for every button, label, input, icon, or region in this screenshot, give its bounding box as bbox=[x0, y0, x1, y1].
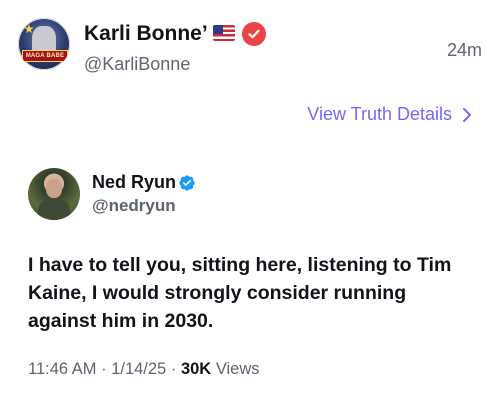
author-handle[interactable]: @KarliBonne bbox=[84, 54, 190, 75]
avatar-banner-text: MAGA BABE bbox=[22, 50, 68, 62]
chevron-right-icon bbox=[463, 107, 471, 122]
quoted-author-avatar[interactable] bbox=[28, 168, 80, 220]
quoted-author-handle[interactable]: @nedryun bbox=[92, 196, 176, 216]
tweet-date[interactable]: 1/14/25 bbox=[111, 360, 166, 378]
bottom-edge bbox=[0, 408, 500, 413]
quoted-tweet-meta: 11:46 AM · 1/14/25 · 30K Views bbox=[28, 360, 260, 379]
separator-dot: · bbox=[170, 360, 181, 378]
post-timestamp[interactable]: 24m bbox=[447, 40, 482, 61]
view-truth-details-label: View Truth Details bbox=[307, 104, 452, 124]
twitter-verified-icon bbox=[179, 175, 195, 191]
separator-dot: · bbox=[101, 360, 112, 378]
truth-verified-icon bbox=[242, 22, 266, 46]
author-display-name[interactable]: Karli Bonne’ bbox=[84, 22, 208, 46]
tweet-views-count: 30K bbox=[180, 360, 212, 378]
quoted-author-display-name[interactable]: Ned Ryun bbox=[92, 172, 176, 193]
tweet-views-label: Views bbox=[215, 360, 260, 378]
quoted-tweet-text: I have to tell you, sitting here, listen… bbox=[28, 254, 452, 332]
us-flag-icon bbox=[213, 25, 235, 41]
tweet-time[interactable]: 11:46 AM bbox=[28, 360, 97, 378]
view-truth-details-link[interactable]: View Truth Details bbox=[307, 104, 472, 125]
author-avatar[interactable]: MAGA BABE bbox=[18, 18, 70, 70]
